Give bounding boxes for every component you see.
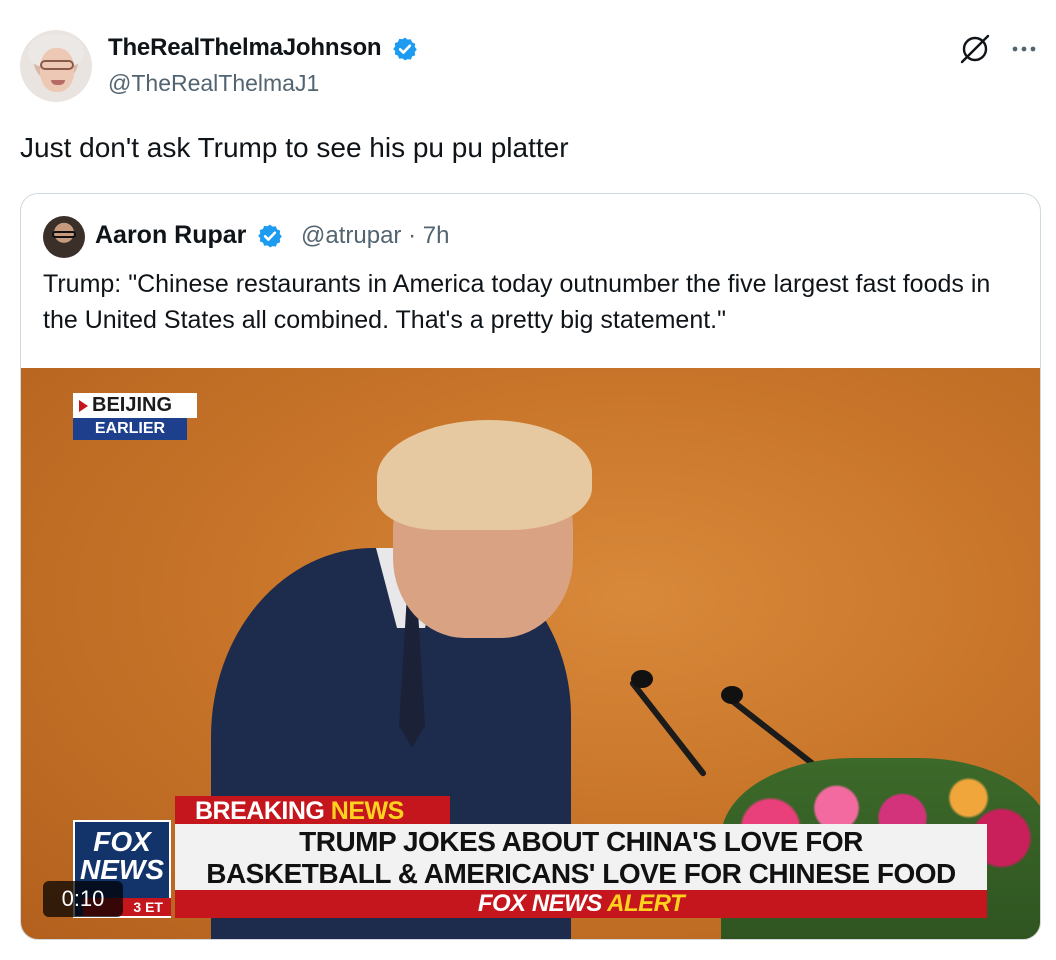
author-name-row[interactable]: TheRealThelmaJohnson [108,34,418,62]
microphone-stand [628,679,708,778]
alert-brand: FOX NEWS [477,890,608,917]
author-handle[interactable]: @TheRealThelmaJ1 [108,70,319,97]
tweet: TheRealThelmaJohnson @TheRealThelmaJ1 Ju… [0,0,1056,960]
logo-line-1: FOX [93,826,151,857]
avatar-glasses [40,60,74,70]
quoted-author-name[interactable]: Aaron Rupar [95,221,246,249]
more-options-icon[interactable] [1006,34,1042,64]
quoted-tweet-text: Trump: "Chinese restaurants in America t… [43,270,991,334]
alert-word: ALERT [607,890,685,917]
breaking-news-banner: BREAKING NEWS [175,796,450,826]
location-badge: BEIJING EARLIER [73,393,197,440]
location-text: BEIJING [92,394,173,416]
fox-news-alert-bar: FOX NEWS ALERT [175,890,987,918]
location-badge-bottom: EARLIER [73,418,187,440]
quoted-author-avatar[interactable] [43,216,85,258]
breaking-label: BREAKING [195,797,331,825]
quoted-avatar-glasses [52,231,76,238]
logo-line-2: NEWS [80,854,164,885]
author-name[interactable]: TheRealThelmaJohnson [108,34,382,61]
headline-line-2: BASKETBALL & AMERICANS' LOVE FOR CHINESE… [206,858,956,889]
author-avatar[interactable] [20,30,92,102]
quoted-author-handle-time[interactable]: @atrupar · 7h [301,222,449,250]
verified-badge-icon [258,225,283,248]
breaking-news-word: NEWS [330,797,405,825]
video-player[interactable]: BEIJING EARLIER BREAKING NEWS TRUMP JOKE… [21,368,1040,939]
speaker-hair [377,420,592,530]
grok-icon[interactable] [958,32,992,66]
chyron-headline: TRUMP JOKES ABOUT CHINA'S LOVE FOR BASKE… [175,824,987,890]
tweet-text: Just don't ask Trump to see his pu pu pl… [20,132,569,163]
play-triangle-icon [79,399,88,412]
avatar-face [40,48,74,92]
microphone-head [721,686,743,704]
verified-badge-icon [393,37,417,61]
headline-line-1: TRUMP JOKES ABOUT CHINA'S LOVE FOR [299,826,863,857]
microphone-head [631,670,653,688]
location-badge-top: BEIJING [73,393,197,418]
video-duration: 0:10 [43,881,123,917]
quoted-tweet[interactable]: Aaron Rupar @atrupar · 7h Trump: "Chines… [20,193,1041,940]
quoted-author-name-row[interactable]: Aaron Rupar [95,221,283,250]
